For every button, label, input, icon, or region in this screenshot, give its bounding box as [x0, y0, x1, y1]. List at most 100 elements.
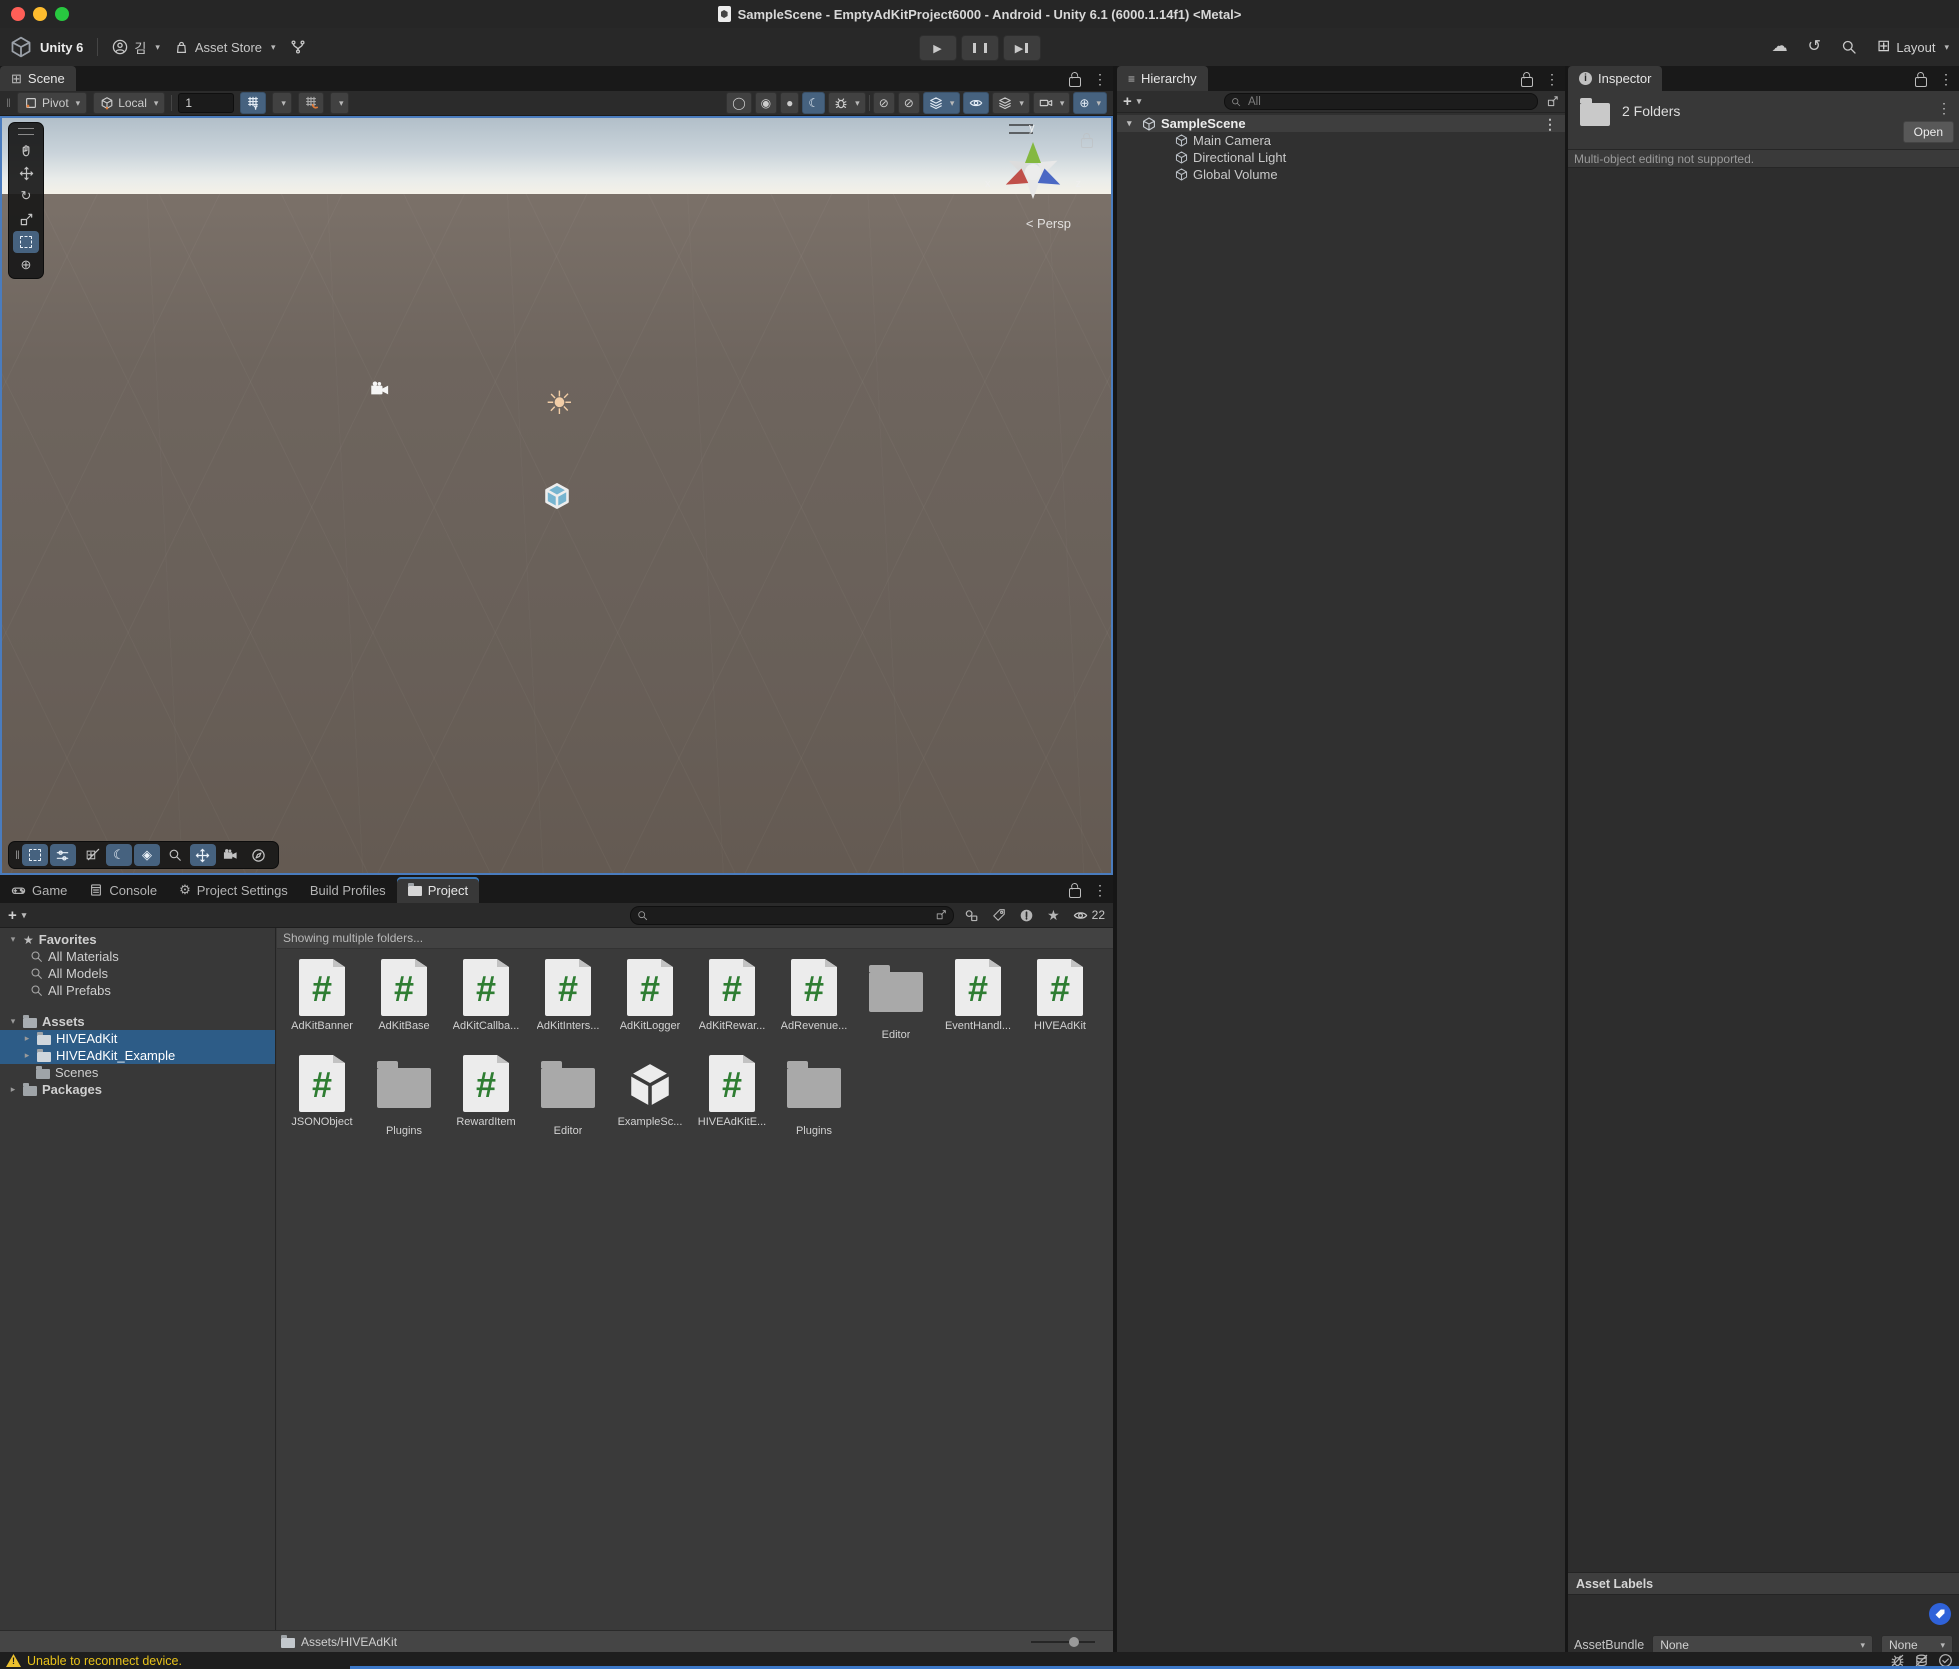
asset-item[interactable]: #AdKitInters... [527, 957, 609, 1053]
camera-settings-dropdown[interactable]: ▾ [1033, 92, 1071, 114]
slider-thumb[interactable] [1069, 1637, 1079, 1647]
panel-menu-icon[interactable]: ⋮ [1545, 72, 1559, 86]
move-tool-button[interactable] [13, 162, 39, 184]
visible-items-count[interactable]: 22 [1073, 908, 1105, 923]
hierarchy-item-main-camera[interactable]: Main Camera [1117, 132, 1565, 149]
scene-menu-icon[interactable]: ⋮ [1543, 117, 1557, 131]
thumbnail-zoom-slider[interactable] [1031, 1636, 1095, 1648]
search-toggle[interactable] [162, 844, 188, 866]
cloud-services-button[interactable]: ☁ [1772, 39, 1788, 55]
orientation-gizmo[interactable]: y x z [983, 120, 1083, 225]
audio-mute-button[interactable]: ⊘ [873, 92, 895, 114]
debug-mode-dropdown[interactable]: ▾ [828, 92, 866, 114]
panel-menu-icon[interactable]: ⋮ [1093, 72, 1107, 86]
expander-icon[interactable]: ▾ [1127, 118, 1137, 129]
effects-dropdown[interactable]: ▾ [923, 92, 961, 114]
expander-icon[interactable]: ▸ [22, 1050, 32, 1061]
main-camera-gizmo[interactable] [369, 380, 391, 400]
effects-mute-button[interactable]: ⊘ [898, 92, 920, 114]
camera-preview-toggle[interactable] [218, 844, 244, 866]
breadcrumb[interactable]: Assets/HIVEAdKit [281, 1635, 397, 1649]
compass-toggle[interactable] [246, 844, 272, 866]
overlay-drag-handle[interactable]: ‖ [15, 848, 20, 862]
rotation-mode-dropdown[interactable]: Local ▾ [93, 92, 165, 114]
lock-icon[interactable] [1915, 77, 1927, 87]
favorite-search-button[interactable]: ★ [1047, 907, 1060, 924]
tab-game[interactable]: Game [0, 877, 78, 903]
tab-scene[interactable]: ⊞ Scene [0, 66, 76, 91]
gizmos-toggle[interactable]: ◈ [134, 844, 160, 866]
open-button[interactable]: Open [1903, 121, 1954, 143]
layout-dropdown[interactable]: ⊞ Layout ▾ [1877, 39, 1949, 55]
hierarchy-search-input[interactable] [1246, 95, 1531, 109]
toolbar-drag-handle[interactable]: ‖ [6, 96, 11, 110]
step-button[interactable]: ▶ [1003, 35, 1041, 61]
shading-wireframe-button[interactable]: ◯ [726, 92, 751, 114]
pause-button[interactable] [961, 35, 999, 61]
hierarchy-search-field[interactable] [1224, 93, 1538, 110]
lock-icon[interactable] [1521, 77, 1533, 87]
picker-icon[interactable] [935, 909, 947, 921]
play-button[interactable]: ▶ [919, 35, 957, 61]
tab-console[interactable]: Console [78, 877, 168, 903]
hierarchy-item-global-volume[interactable]: Global Volume [1117, 166, 1565, 183]
project-search-input[interactable] [653, 907, 930, 923]
sidebar-item-hiveadkit[interactable]: ▸ HIVEAdKit [0, 1030, 275, 1047]
asset-item[interactable]: #HIVEAdKit [1019, 957, 1101, 1053]
scene-viewport[interactable]: ↻ ⊕ ‖ ⊞ ☾ ◈ [0, 116, 1113, 875]
version-control-button[interactable] [290, 39, 306, 55]
sidebar-item-assets[interactable]: ▾ Assets [0, 1013, 275, 1030]
asset-store-menu[interactable]: Asset Store ▾ [174, 40, 276, 55]
layer-visibility-dropdown[interactable]: ▾ [992, 92, 1030, 114]
expander-icon[interactable]: ▸ [8, 1084, 18, 1095]
asset-item[interactable]: Plugins [363, 1053, 445, 1149]
directional-light-gizmo[interactable]: ☀ [545, 384, 574, 422]
picker-icon[interactable] [1546, 95, 1559, 108]
rect-tool-toggle[interactable] [22, 844, 48, 866]
grid-visibility-dropdown[interactable]: ▾ [272, 92, 292, 114]
asset-item[interactable]: #RewardItem [445, 1053, 527, 1149]
hierarchy-item-directional-light[interactable]: Directional Light [1117, 149, 1565, 166]
tab-inspector[interactable]: i Inspector [1568, 66, 1662, 91]
scene-visibility-button[interactable] [963, 92, 989, 114]
global-volume-gizmo[interactable] [543, 482, 571, 515]
gizmos-dropdown[interactable]: ⊕ ▾ [1073, 92, 1107, 114]
perspective-toggle[interactable]: < Persp [1026, 216, 1071, 231]
status-warning-text[interactable]: Unable to reconnect device. [27, 1654, 182, 1668]
undo-history-button[interactable]: ↺ [1808, 39, 1821, 55]
overlay-drag-handle[interactable] [18, 128, 34, 135]
panel-menu-icon[interactable]: ⋮ [1093, 883, 1107, 897]
rect-tool-button[interactable] [13, 231, 39, 253]
asset-item[interactable]: #AdKitCallba... [445, 957, 527, 1053]
search-by-type-button[interactable] [964, 908, 979, 923]
sidebar-item-all-materials[interactable]: All Materials [0, 948, 275, 965]
axis-x-label[interactable]: x [985, 178, 991, 190]
tab-build-profiles[interactable]: Build Profiles [299, 877, 397, 903]
snap-settings-dropdown[interactable]: ▾ [330, 92, 350, 114]
shading-shaded-button[interactable]: ● [780, 92, 799, 114]
lighting-toggle[interactable]: ☾ [106, 844, 132, 866]
lock-icon[interactable] [1069, 77, 1081, 87]
tab-project[interactable]: Project [397, 877, 479, 903]
hierarchy-scene-row[interactable]: ▾ SampleScene ⋮ [1117, 115, 1565, 132]
asset-item[interactable]: #HIVEAdKitE... [691, 1053, 773, 1149]
lock-icon[interactable] [1069, 888, 1081, 898]
asset-item[interactable]: ExampleSc... [609, 1053, 691, 1149]
asset-item[interactable]: Plugins [773, 1053, 855, 1149]
axis-z-label[interactable]: z [1076, 178, 1082, 190]
expander-icon[interactable]: ▾ [8, 1016, 18, 1027]
pivot-mode-dropdown[interactable]: Pivot ▾ [17, 92, 87, 114]
grid-visibility-button[interactable] [240, 92, 266, 114]
search-by-label-button[interactable] [992, 908, 1006, 922]
lighting-toggle-button[interactable]: ☾ [802, 92, 825, 114]
asset-item[interactable]: Editor [527, 1053, 609, 1149]
expander-icon[interactable]: ▾ [8, 934, 18, 945]
asset-item[interactable]: #AdKitLogger [609, 957, 691, 1053]
sidebar-item-favorites[interactable]: ▾ ★ Favorites [0, 931, 275, 948]
sidebar-item-scenes[interactable]: Scenes [0, 1064, 275, 1081]
shading-shadedwire-button[interactable]: ◉ [755, 92, 777, 114]
account-menu[interactable]: 김 ▾ [112, 38, 160, 57]
asset-item[interactable]: #AdKitRewar... [691, 957, 773, 1053]
hand-tool-button[interactable] [13, 139, 39, 161]
header-menu-icon[interactable]: ⋮ [1937, 101, 1951, 115]
